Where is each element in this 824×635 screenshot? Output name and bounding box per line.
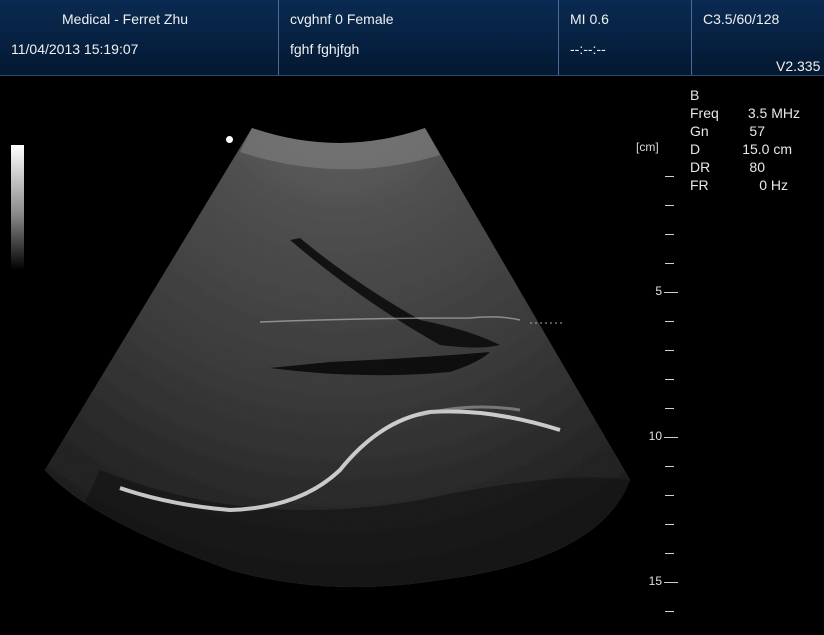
imaging-parameters: B Freq 3.5 MHz Gn 57 D 15.0 cm DR 80 FR 0 Hz xyxy=(690,86,800,194)
param-value: 3.5 MHz xyxy=(747,105,800,121)
param-key: DR xyxy=(690,159,711,175)
param-value: 57 xyxy=(749,123,765,139)
param-row: DR 80 xyxy=(690,158,800,176)
param-key: D xyxy=(690,141,701,157)
param-value: 0 Hz xyxy=(759,177,788,193)
param-row: FR 0 Hz xyxy=(690,176,800,194)
grayscale-bar xyxy=(11,145,24,270)
param-key: Freq xyxy=(690,105,719,121)
param-mode: B xyxy=(690,86,800,104)
depth-unit-label: [cm] xyxy=(636,140,659,154)
param-value: 15.0 cm xyxy=(742,141,792,157)
param-row: Freq 3.5 MHz xyxy=(690,104,800,122)
param-value: 80 xyxy=(749,159,765,175)
orientation-marker xyxy=(226,136,233,143)
param-row: D 15.0 cm xyxy=(690,140,800,158)
param-key: FR xyxy=(690,177,709,193)
param-row: Gn 57 xyxy=(690,122,800,140)
mode-label: B xyxy=(690,87,700,103)
param-key: Gn xyxy=(690,123,709,139)
